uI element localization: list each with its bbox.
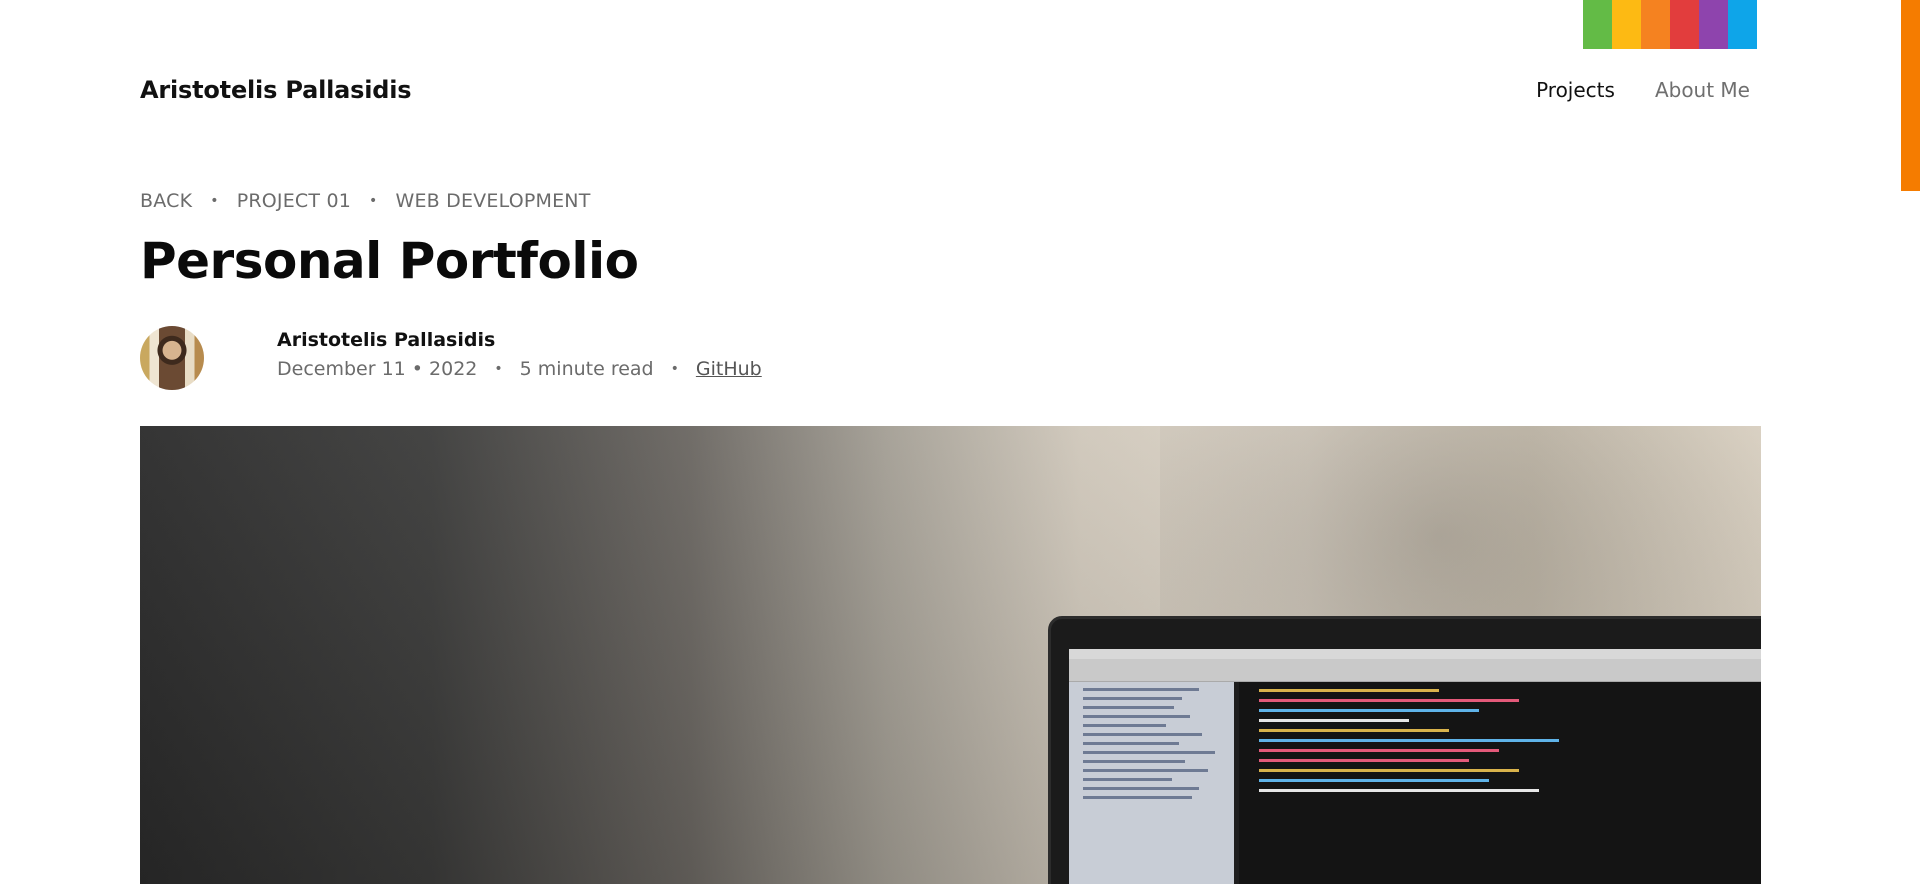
color-swatch-purple <box>1699 0 1728 49</box>
page-title: Personal Portfolio <box>140 232 639 290</box>
nav-about-link[interactable]: About Me <box>1655 78 1750 102</box>
breadcrumb-separator: • <box>210 193 219 209</box>
laptop-illustration <box>1048 616 1761 884</box>
hero-image <box>140 426 1761 884</box>
color-swatch-red <box>1670 0 1699 49</box>
color-swatch-orange <box>1641 0 1670 49</box>
post-date: December 11 • 2022 <box>277 358 478 380</box>
github-link[interactable]: GitHub <box>696 358 762 380</box>
main-nav: Projects About Me <box>1536 78 1750 102</box>
color-swatch-yellow <box>1612 0 1641 49</box>
breadcrumb-back-link[interactable]: BACK <box>140 190 192 212</box>
breadcrumb: BACK • PROJECT 01 • WEB DEVELOPMENT <box>140 190 591 212</box>
post-meta: December 11 • 2022 • 5 minute read • Git… <box>277 358 762 380</box>
side-accent-bar <box>1901 0 1920 191</box>
breadcrumb-category: WEB DEVELOPMENT <box>395 190 591 212</box>
nav-projects-link[interactable]: Projects <box>1536 78 1615 102</box>
site-title[interactable]: Aristotelis Pallasidis <box>140 76 412 104</box>
color-swatch-blue <box>1728 0 1757 49</box>
meta-separator: • <box>494 361 503 377</box>
breadcrumb-project: PROJECT 01 <box>236 190 352 212</box>
avatar <box>140 326 204 390</box>
color-swatch-green <box>1583 0 1612 49</box>
author-name: Aristotelis Pallasidis <box>277 329 496 351</box>
read-time: 5 minute read <box>519 358 654 380</box>
header-color-strip <box>1583 0 1757 49</box>
meta-separator: • <box>670 361 679 377</box>
breadcrumb-separator: • <box>369 193 378 209</box>
